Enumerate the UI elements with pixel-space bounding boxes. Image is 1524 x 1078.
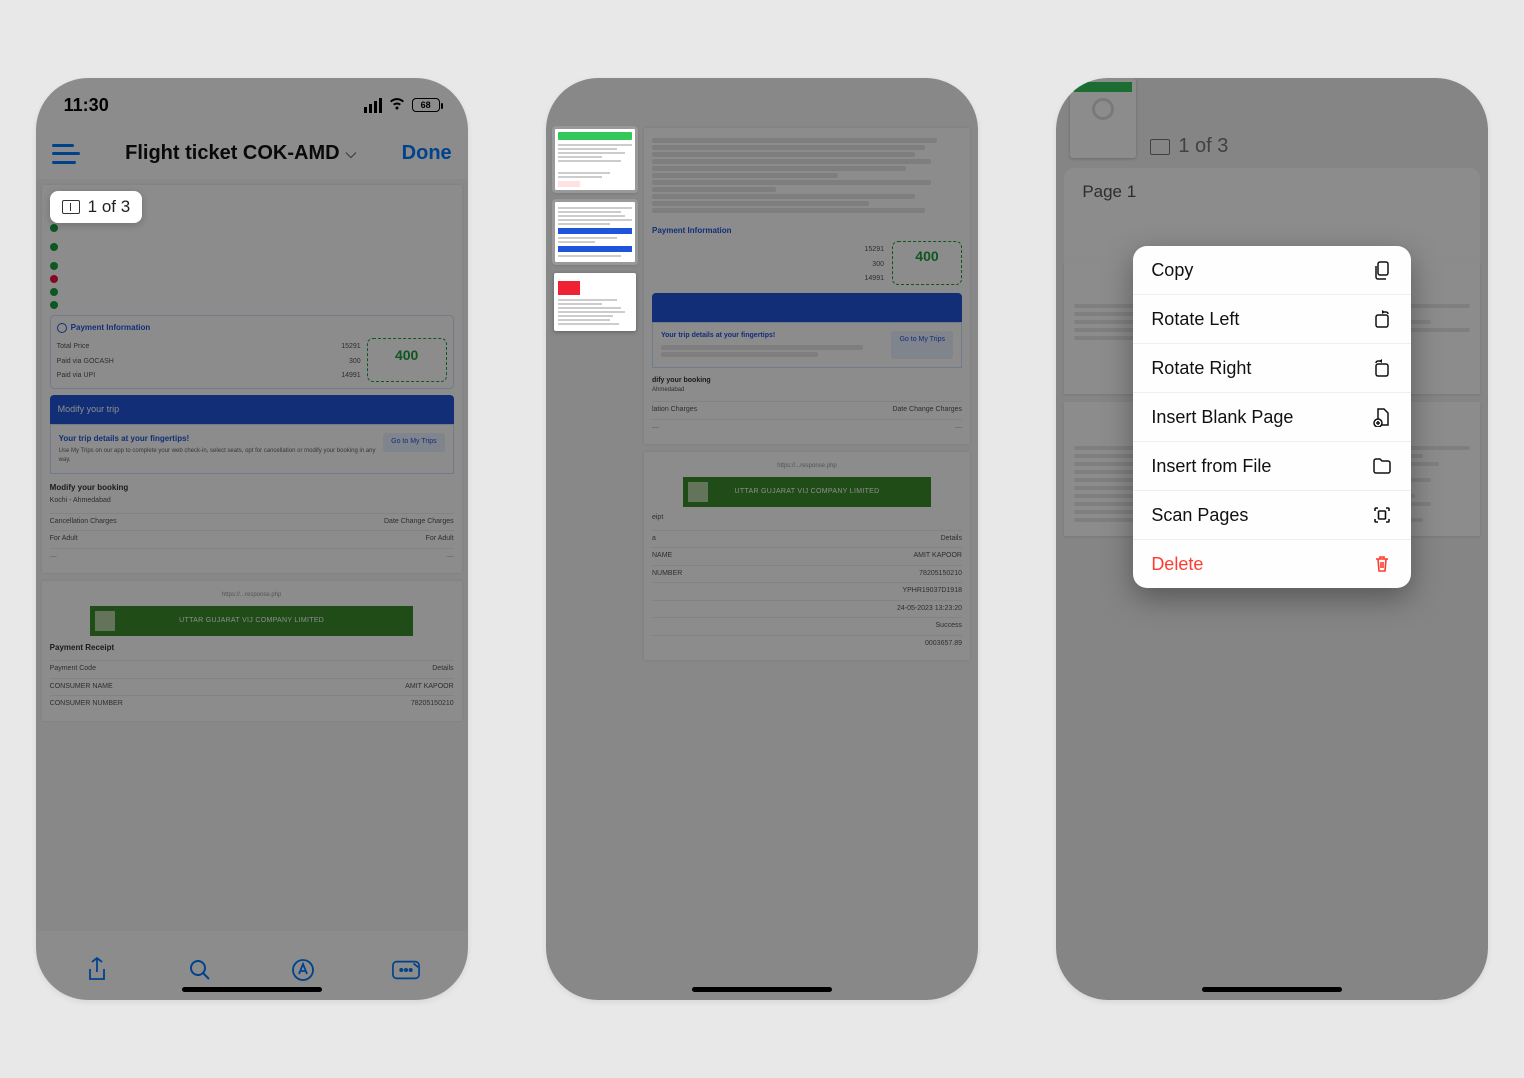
menu-rotate-left-label: Rotate Left (1151, 309, 1239, 330)
rotate-right-icon (1371, 357, 1393, 379)
menu-insert-file[interactable]: Insert from File (1133, 442, 1411, 491)
page-indicator-badge[interactable]: 1 of 3 (50, 191, 143, 223)
menu-scan-pages[interactable]: Scan Pages (1133, 491, 1411, 540)
menu-copy-label: Copy (1151, 260, 1193, 281)
page-context-menu: Copy Rotate Left Rotate Right Insert Bla… (1133, 246, 1411, 588)
home-indicator (182, 987, 322, 992)
menu-rotate-right[interactable]: Rotate Right (1133, 344, 1411, 393)
phone-screenshot-1: 11:30 68 Flight ticket COK-AMD ⌵ Done 1 … (36, 78, 468, 1000)
menu-rotate-right-label: Rotate Right (1151, 358, 1251, 379)
menu-insert-blank-label: Insert Blank Page (1151, 407, 1293, 428)
thumbnail-page-2[interactable] (554, 201, 636, 263)
trash-icon (1371, 553, 1393, 575)
menu-rotate-left[interactable]: Rotate Left (1133, 295, 1411, 344)
thumbnail-page-1[interactable] (554, 128, 636, 191)
menu-insert-blank[interactable]: Insert Blank Page (1133, 393, 1411, 442)
menu-insert-file-label: Insert from File (1151, 456, 1271, 477)
menu-copy[interactable]: Copy (1133, 246, 1411, 295)
folder-icon (1371, 455, 1393, 477)
rotate-left-icon (1371, 308, 1393, 330)
home-indicator-3 (1202, 987, 1342, 992)
thumbnail-page-3[interactable] (554, 273, 636, 331)
menu-delete-label: Delete (1151, 554, 1203, 575)
home-indicator-2 (692, 987, 832, 992)
scan-icon (1371, 504, 1393, 526)
thumbnails-icon (62, 200, 80, 214)
menu-delete[interactable]: Delete (1133, 540, 1411, 588)
thumbnail-sidebar[interactable] (554, 128, 636, 331)
insert-blank-icon (1371, 406, 1393, 428)
menu-scan-label: Scan Pages (1151, 505, 1248, 526)
copy-icon (1371, 259, 1393, 281)
phone-screenshot-3: 1 of 3 Page 1 https://...response.php Co… (1056, 78, 1488, 1000)
phone-screenshot-2: Payment Information 15291 300 14991 400 … (546, 78, 978, 1000)
page-indicator-text: 1 of 3 (88, 197, 131, 217)
